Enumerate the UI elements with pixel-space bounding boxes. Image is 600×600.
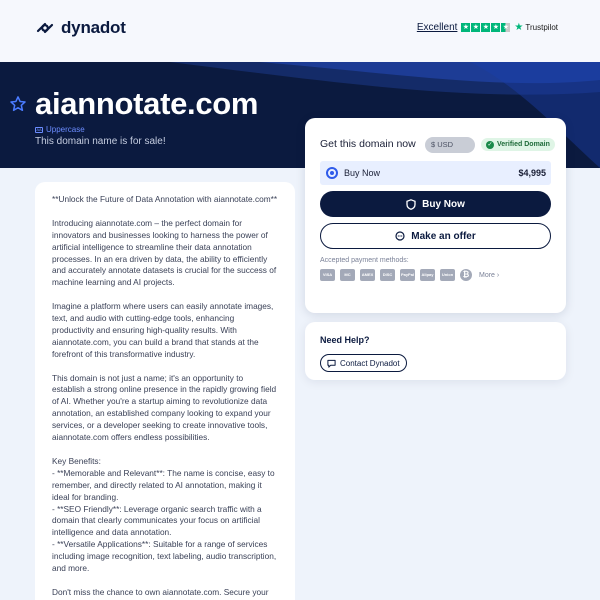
trustpilot-brand: Trustpilot [525, 23, 558, 32]
discover-icon: DISC [380, 269, 395, 281]
help-title: Need Help? [320, 335, 370, 345]
description-paragraph: Imagine a platform where users can easil… [52, 301, 274, 359]
paypal-icon: PayPal [400, 269, 415, 281]
top-bar: dynadot Excellent ★ ★ ★ ★ ★ ★ Trustpilot [0, 0, 600, 62]
visa-icon: VISA [320, 269, 335, 281]
mastercard-icon: MC [340, 269, 355, 281]
amex-icon: AMEX [360, 269, 375, 281]
uppercase-label: Uppercase [46, 125, 85, 134]
buy-now-button[interactable]: Buy Now [320, 191, 551, 217]
description-paragraph: **Unlock the Future of Data Annotation w… [52, 194, 278, 204]
description-paragraph: Introducing aiannotate.com – the perfect… [52, 217, 277, 288]
uppercase-toggle[interactable]: AA Uppercase [35, 125, 85, 134]
description-paragraph: Key Benefits: - **Memorable and Relevant… [52, 455, 277, 574]
make-offer-button-label: Make an offer [411, 230, 476, 242]
verified-badge: ✓ Verified Domain [481, 138, 555, 151]
bitcoin-icon: ₿ [460, 269, 472, 281]
buy-now-option-label: Buy Now [344, 168, 381, 178]
chat-icon [395, 231, 405, 241]
alipay-icon: Alipay [420, 269, 435, 281]
chevron-right-icon: › [496, 271, 500, 279]
more-payment-methods-link[interactable]: More › [479, 272, 499, 279]
currency-select[interactable]: $ USD [425, 137, 475, 153]
description-paragraph: This domain is not just a name; it's an … [52, 372, 277, 443]
contact-button-label: Contact Dynadot [340, 358, 400, 368]
trustpilot-stars: ★ ★ ★ ★ ★ [461, 23, 511, 32]
check-icon: ✓ [486, 140, 494, 149]
buy-now-button-label: Buy Now [422, 198, 465, 210]
purchase-title: Get this domain now [320, 138, 416, 150]
star-icon: ★ [491, 23, 501, 32]
star-icon: ★ [471, 23, 481, 32]
star-icon: ★ [461, 23, 471, 32]
purchase-header: Get this domain now [320, 138, 416, 150]
star-half-icon: ★ [501, 23, 511, 32]
more-label: More [479, 271, 495, 279]
purchase-card: Get this domain now $ USD ✓ Verified Dom… [305, 118, 566, 313]
favorite-star-icon[interactable] [9, 95, 27, 113]
dynadot-logo[interactable]: dynadot [35, 18, 126, 38]
trustpilot-rating-label[interactable]: Excellent [417, 22, 458, 33]
buy-now-option[interactable]: Buy Now $4,995 [320, 161, 551, 185]
help-card: Need Help? Contact Dynadot [305, 322, 566, 380]
sale-text: This domain name is for sale! [35, 136, 166, 147]
payment-methods-label: Accepted payment methods: [320, 257, 409, 264]
payment-methods: VISA MC AMEX DISC PayPal Alipay Union ₿ … [320, 269, 499, 281]
description-paragraph: Don't miss the chance to own aiannotate.… [52, 586, 269, 597]
price: $4,995 [518, 168, 546, 178]
domain-title: aiannotate.com [35, 86, 259, 121]
dynadot-logo-icon [36, 22, 54, 34]
chat-icon [327, 359, 336, 368]
trustpilot-star-icon: ★ [514, 22, 524, 33]
shield-icon [406, 198, 416, 210]
verified-label: Verified Domain [497, 141, 550, 148]
star-icon: ★ [481, 23, 491, 32]
radio-selected-icon[interactable] [326, 167, 338, 179]
trustpilot-widget[interactable]: Excellent ★ ★ ★ ★ ★ ★ Trustpilot [417, 22, 558, 33]
domain-description: **Unlock the Future of Data Annotation w… [35, 182, 295, 600]
logo-text: dynadot [61, 18, 126, 37]
make-offer-button[interactable]: Make an offer [320, 223, 551, 249]
contact-button[interactable]: Contact Dynadot [320, 354, 407, 372]
trustpilot-logo: ★ Trustpilot [514, 22, 558, 33]
uppercase-icon: AA [35, 126, 43, 133]
unionpay-icon: Union [440, 269, 455, 281]
